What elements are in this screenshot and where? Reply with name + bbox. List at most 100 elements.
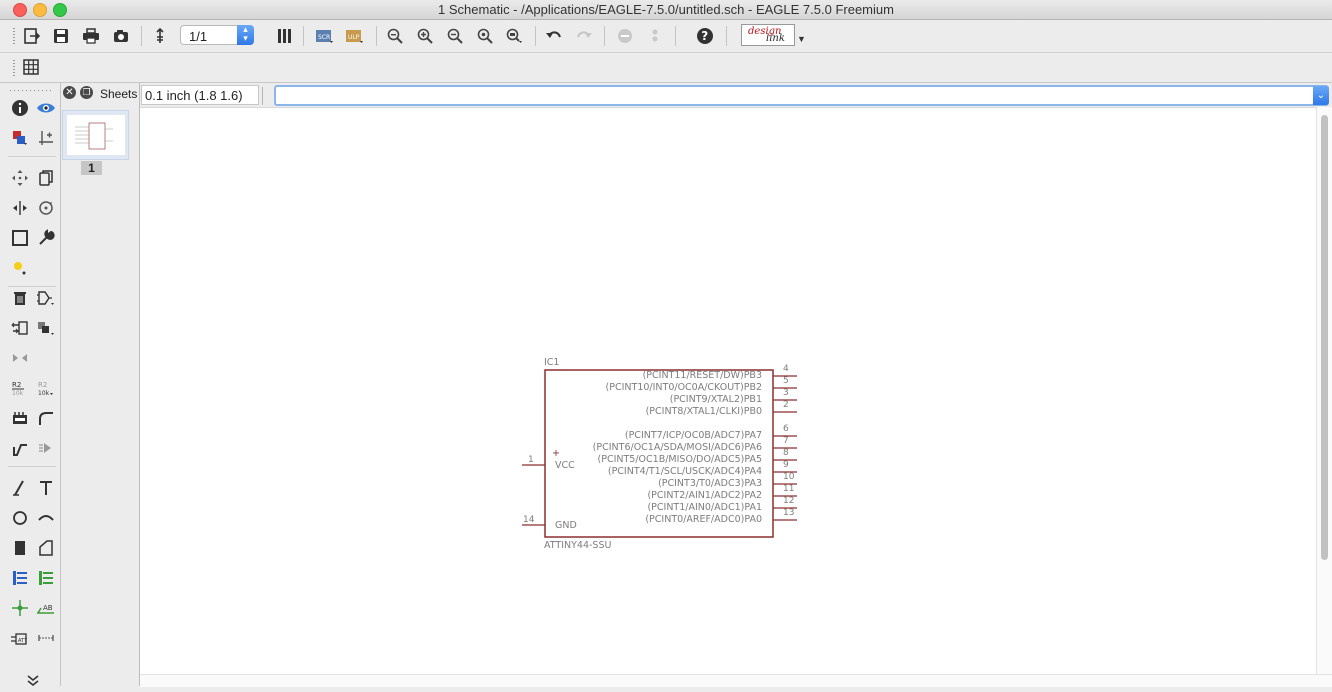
svg-text:AB: AB [43, 604, 53, 612]
vertical-scroll-thumb[interactable] [1321, 115, 1328, 560]
show-icon[interactable] [34, 96, 58, 120]
sheet-number[interactable]: 1 [81, 161, 102, 175]
window-title: 1 Schematic - /Applications/EAGLE-7.5.0/… [438, 2, 894, 17]
rotate-icon[interactable] [34, 196, 58, 220]
coordinate-display: 0.1 inch (1.8 1.6) [141, 85, 259, 105]
info-icon[interactable] [8, 96, 32, 120]
close-icon[interactable]: ✕ [63, 86, 76, 99]
help-icon[interactable]: ? [693, 24, 717, 48]
go-icon[interactable] [643, 24, 667, 48]
svg-text:SCR: SCR [318, 34, 330, 41]
invoke-icon[interactable] [34, 436, 58, 460]
open-icon[interactable] [20, 24, 44, 48]
tool-palette: R2 10k R2 10k AB ATT [0, 83, 61, 687]
wire-icon[interactable] [8, 476, 32, 500]
move-icon[interactable] [8, 166, 32, 190]
zoom-select-icon[interactable] [503, 24, 527, 48]
pin-name: GND [555, 520, 577, 531]
group-icon[interactable] [8, 226, 32, 250]
run-ulp-icon[interactable]: ULP [343, 24, 367, 48]
mirror-icon[interactable] [8, 196, 32, 220]
copy-icon[interactable] [34, 166, 58, 190]
paint-roller-icon[interactable] [8, 256, 32, 280]
grid-icon[interactable] [19, 55, 43, 79]
sheet-select[interactable]: 1/1 ▴ ▾ [180, 25, 254, 45]
name-icon[interactable]: R2 10k [8, 376, 32, 400]
zoom-in-icon[interactable] [413, 24, 437, 48]
sheet-stepper-icon[interactable]: ▴ ▾ [237, 25, 254, 45]
replace-icon[interactable] [34, 316, 58, 340]
toolbar-grip[interactable] [13, 60, 15, 76]
pin-number: 14 [523, 515, 535, 525]
svg-text:ULP: ULP [348, 34, 360, 41]
rectangle-icon[interactable] [8, 536, 32, 560]
redo-icon[interactable] [572, 24, 596, 48]
vertical-scrollbar[interactable] [1316, 107, 1332, 674]
split-icon[interactable] [8, 436, 32, 460]
polygon-icon[interactable] [34, 536, 58, 560]
stop-icon[interactable] [613, 24, 637, 48]
command-history-dropdown-icon[interactable]: ⌄ [1313, 86, 1329, 105]
mark-icon[interactable] [34, 126, 58, 150]
arc-icon[interactable] [34, 506, 58, 530]
designlink-button[interactable]: design link [741, 24, 795, 46]
float-icon[interactable]: ❐ [80, 86, 93, 99]
miter-icon[interactable] [34, 406, 58, 430]
parameter-toolbar [0, 53, 1332, 83]
gateswap-icon[interactable] [8, 346, 32, 370]
net-icon[interactable] [34, 566, 58, 590]
pin-name: (PCINT3/T0/ADC3)PA3 [658, 478, 762, 489]
pin-number: 7 [783, 436, 789, 446]
label-icon[interactable]: AB [34, 596, 58, 620]
pin-number: 5 [783, 376, 789, 386]
designlink-dropdown-icon[interactable]: ▼ [797, 34, 806, 44]
circle-icon[interactable] [8, 506, 32, 530]
use-library-icon[interactable] [273, 24, 297, 48]
svg-text:ATT: ATT [18, 638, 28, 644]
sheet-thumbnail[interactable] [62, 110, 129, 160]
save-icon[interactable] [49, 24, 73, 48]
command-line-input[interactable] [274, 85, 1329, 106]
dimension-icon[interactable] [34, 626, 58, 650]
pin-name: (PCINT9/XTAL2)PB1 [669, 394, 762, 405]
pin-name: (PCINT6/OC1A/SDA/MOSI/ADC6)PA6 [592, 442, 762, 453]
pin-name: (PCINT10/INT0/OC0A/CKOUT)PB2 [605, 382, 762, 393]
zoom-fit-icon[interactable] [383, 24, 407, 48]
palette-grip[interactable] [10, 90, 54, 91]
text-icon[interactable] [34, 476, 58, 500]
switch-sheet-icon[interactable] [148, 24, 172, 48]
attribute-icon[interactable]: ATT [8, 626, 32, 650]
title-bar: 1 Schematic - /Applications/EAGLE-7.5.0/… [0, 0, 1332, 20]
pin-number: 9 [783, 460, 789, 470]
pin-number: 10 [783, 472, 795, 482]
bus-icon[interactable] [8, 566, 32, 590]
value-icon[interactable]: R2 10k [34, 376, 58, 400]
svg-text:R2: R2 [12, 381, 21, 389]
designlink-text-2: link [766, 33, 785, 44]
script-icon[interactable]: SCR [313, 24, 337, 48]
delete-icon[interactable] [8, 286, 32, 310]
horizontal-scrollbar[interactable] [140, 674, 1332, 687]
svg-text:10k: 10k [38, 390, 50, 397]
pin-name: (PCINT8/XTAL1/CLKI)PB0 [645, 406, 762, 417]
print-icon[interactable] [79, 24, 103, 48]
schematic-canvas[interactable]: IC1 ATTINY44-SSU 1 VCC + 14 GND (PCINT11… [140, 107, 1316, 675]
redraw-icon[interactable] [473, 24, 497, 48]
smash-icon[interactable] [8, 406, 32, 430]
pinswap-icon[interactable] [8, 316, 32, 340]
zoom-out-icon[interactable] [443, 24, 467, 48]
junction-icon[interactable] [8, 596, 32, 620]
more-tools-icon[interactable] [21, 668, 45, 692]
pin-name: (PCINT4/T1/SCL/USCK/ADC4)PA4 [607, 466, 762, 477]
svg-text:?: ? [701, 29, 708, 43]
cam-processor-icon[interactable] [109, 24, 133, 48]
svg-text:R2: R2 [38, 381, 47, 389]
pin-name: VCC [555, 460, 575, 471]
add-icon[interactable] [34, 286, 58, 310]
display-layers-icon[interactable] [8, 126, 32, 150]
part-value: ATTINY44-SSU [544, 540, 612, 551]
change-icon[interactable] [34, 226, 58, 250]
pin-name: (PCINT2/AIN1/ADC2)PA2 [647, 490, 762, 501]
undo-icon[interactable] [542, 24, 566, 48]
toolbar-grip[interactable] [13, 28, 15, 44]
